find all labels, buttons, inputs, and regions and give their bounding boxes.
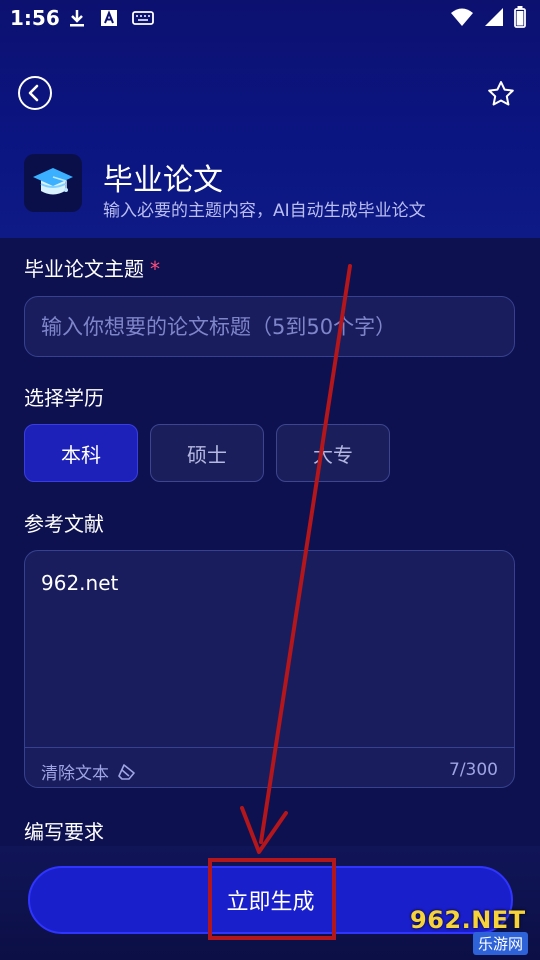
page-title: 毕业论文 [103, 163, 223, 198]
degree-option-bachelor[interactable]: 本科 [24, 424, 138, 482]
status-icons-left [68, 8, 154, 32]
references-value: 962.net [41, 571, 119, 595]
requirements-label: 编写要求 [24, 820, 104, 844]
character-counter: 7/300 [449, 760, 498, 780]
watermark-logo: 962.NET 乐游网 [406, 906, 532, 956]
app-icon [24, 154, 82, 212]
battery-icon [514, 6, 526, 32]
required-mark: * [150, 257, 160, 281]
page-subtitle: 输入必要的主题内容，AI自动生成毕业论文 [103, 201, 426, 221]
chevron-left-icon [28, 84, 39, 102]
degree-options: 本科 硕士 大专 [24, 424, 390, 482]
degree-option-associate[interactable]: 大专 [276, 424, 390, 482]
eraser-icon [118, 763, 135, 780]
favorite-button[interactable] [486, 79, 516, 109]
graduation-cap-icon [33, 168, 73, 195]
star-icon [488, 81, 514, 106]
back-button[interactable] [18, 76, 52, 110]
a-icon [100, 9, 118, 31]
references-divider [25, 747, 514, 748]
download-icon [68, 8, 86, 32]
watermark-brand: 962.NET [410, 906, 526, 934]
references-textarea[interactable]: 962.net 清除文本 7/300 [24, 550, 515, 788]
status-time: 1:56 [10, 6, 60, 30]
clear-text-button[interactable]: 清除文本 [41, 759, 137, 784]
wifi-icon [450, 7, 474, 31]
topic-input[interactable] [24, 296, 515, 357]
keyboard-icon [132, 10, 154, 30]
signal-icon [484, 7, 504, 31]
references-label: 参考文献 [24, 512, 104, 536]
degree-label: 选择学历 [24, 386, 104, 410]
clear-text-label: 清除文本 [41, 764, 109, 784]
status-bar: 1:56 [0, 0, 540, 38]
degree-option-master[interactable]: 硕士 [150, 424, 264, 482]
watermark-site-text: 乐游网 [472, 932, 528, 955]
topic-label: 毕业论文主题 * [24, 253, 160, 282]
annotation-highlight-box [208, 858, 336, 940]
topic-label-text: 毕业论文主题 [24, 257, 144, 281]
status-icons-right [450, 6, 526, 32]
